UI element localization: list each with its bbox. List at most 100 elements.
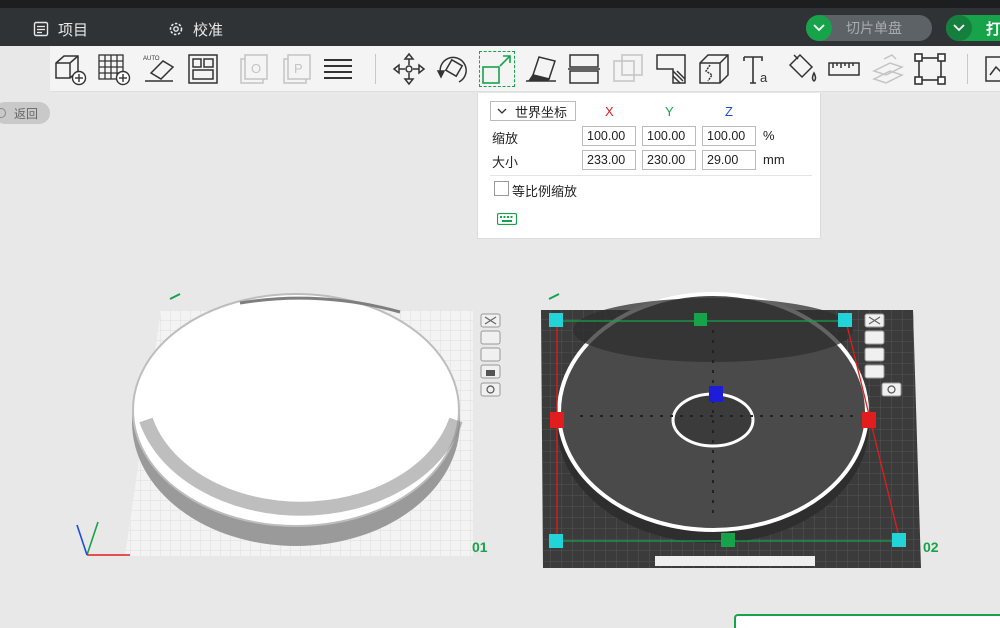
add-plate-button[interactable] [96, 51, 132, 87]
add-object-button[interactable] [52, 51, 88, 87]
auto-orient-button[interactable]: AUTO [141, 51, 177, 87]
orient-plate-icon[interactable] [480, 330, 501, 345]
assembly-button[interactable] [870, 51, 906, 87]
fit-view-button[interactable] [912, 51, 948, 87]
calibrate-label: 校准 [193, 21, 224, 39]
size-y-field[interactable]: 230.00 [642, 150, 696, 170]
back-label: 返回 [13, 106, 38, 121]
notification-card [734, 614, 1000, 628]
arrange-icon [188, 54, 218, 84]
chevron-down-icon [813, 24, 825, 32]
plate-settings-icon[interactable] [881, 382, 902, 397]
more-icon [985, 56, 1000, 82]
coordinate-system-select[interactable]: 世界坐标 [490, 101, 576, 121]
move-button[interactable] [391, 51, 427, 87]
boolean-icon [613, 54, 643, 82]
orient-plate-icon[interactable] [864, 330, 885, 345]
paint-button[interactable] [784, 51, 820, 87]
back-button[interactable]: 返回 [0, 102, 50, 124]
x-axis-handle[interactable] [862, 412, 876, 428]
text-icon: a [743, 56, 768, 85]
scale-y-field[interactable]: 100.00 [642, 126, 696, 146]
panel-divider [490, 175, 812, 176]
add-plate-icon [98, 54, 131, 86]
move-icon [392, 52, 426, 86]
plate-02-label: 02 [923, 539, 939, 555]
text-button[interactable]: a [740, 51, 776, 87]
split-object-icon [699, 54, 729, 84]
scale-x-field[interactable]: 100.00 [582, 126, 636, 146]
split-object-button[interactable] [696, 51, 732, 87]
plate-edit-icon[interactable] [548, 293, 560, 300]
corner-handle[interactable] [838, 313, 852, 327]
boolean-button[interactable] [610, 51, 646, 87]
layer-list-button[interactable] [320, 51, 356, 87]
y-axis-handle[interactable] [694, 313, 707, 326]
axis-y-label: Y [665, 104, 674, 119]
size-row-label: 大小 [492, 155, 519, 170]
print-label: 打 [986, 20, 1000, 38]
plate-pause-button[interactable]: P [279, 51, 315, 87]
chevron-down-icon [953, 24, 965, 32]
uniform-scale-checkbox[interactable] [494, 181, 509, 196]
x-axis-handle[interactable] [550, 412, 564, 428]
paint-bucket-icon [788, 53, 817, 82]
plate-pause-icon: P [283, 54, 311, 84]
scale-row-label: 缩放 [492, 131, 519, 146]
svg-text:P: P [294, 61, 303, 76]
measure-button[interactable] [826, 51, 862, 87]
scale-icon [482, 55, 511, 84]
calibrate-menu[interactable]: 校准 [168, 18, 223, 40]
print-button[interactable]: 打 [946, 15, 1000, 41]
plate-01-label: 01 [472, 539, 488, 555]
arrange-plate-icon[interactable] [864, 347, 885, 362]
auto-orient-icon: AUTO [143, 56, 175, 82]
size-x-field[interactable]: 233.00 [582, 150, 636, 170]
axis-x-label: X [605, 104, 614, 119]
size-unit: mm [763, 152, 785, 167]
corner-handle[interactable] [549, 534, 563, 548]
back-icon [0, 108, 6, 118]
plate-settings-icon[interactable] [480, 382, 501, 397]
rotate-icon [436, 56, 467, 83]
plate-object-button[interactable]: O [236, 51, 272, 87]
print-dropdown-toggle[interactable] [946, 15, 972, 41]
scale-button[interactable] [479, 51, 515, 87]
axis-indicator [76, 521, 130, 556]
svg-text:a: a [760, 70, 768, 85]
scale-z-field[interactable]: 100.00 [702, 126, 756, 146]
gear-icon [169, 22, 183, 36]
z-axis-handle[interactable] [709, 386, 723, 402]
assembly-icon [872, 54, 904, 84]
svg-text:AUTO: AUTO [143, 56, 160, 62]
split-icon [568, 54, 600, 84]
ring-object-01[interactable] [132, 293, 463, 546]
3d-viewport[interactable]: 01 02 [0, 240, 1000, 628]
keyboard-icon[interactable] [497, 213, 517, 225]
corner-handle[interactable] [549, 313, 563, 327]
arrange-plate-icon[interactable] [480, 347, 501, 362]
size-z-field[interactable]: 29.00 [702, 150, 756, 170]
project-menu[interactable]: 项目 [33, 18, 88, 40]
slice-dropdown-toggle[interactable] [806, 15, 832, 41]
rotate-button[interactable] [435, 51, 471, 87]
chevron-down-icon [497, 108, 507, 114]
corner-handle[interactable] [892, 533, 906, 547]
project-label: 项目 [58, 21, 89, 39]
cut-button[interactable] [653, 51, 689, 87]
fit-view-icon [914, 53, 946, 85]
more-tools-button[interactable] [980, 51, 1000, 87]
measure-icon [828, 62, 860, 76]
arrange-button[interactable] [185, 51, 221, 87]
svg-text:O: O [251, 61, 261, 76]
toolbar-divider [967, 54, 968, 84]
axis-z-label: Z [725, 104, 733, 119]
plate-edit-icon[interactable] [169, 293, 181, 300]
slice-plate-button[interactable]: 切片单盘 [806, 15, 932, 41]
ring-object-02[interactable] [557, 292, 869, 543]
split-button[interactable] [566, 51, 602, 87]
lock-plate-icon[interactable] [864, 364, 885, 379]
y-axis-handle[interactable] [721, 533, 735, 547]
lay-on-face-button[interactable] [523, 51, 559, 87]
plate-clone-icon: O [240, 54, 268, 84]
